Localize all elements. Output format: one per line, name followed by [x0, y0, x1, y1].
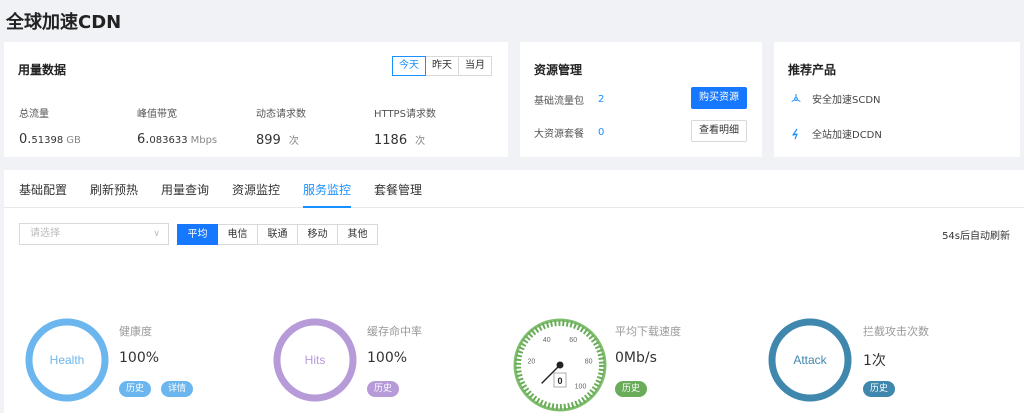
- stat-total-traffic: 总流量 0.51398 GB: [19, 105, 81, 147]
- isp-mobile-button[interactable]: 移动: [297, 224, 338, 245]
- stat-label: 动态请求数: [256, 109, 306, 120]
- isp-telecom-button[interactable]: 电信: [217, 224, 258, 245]
- recommend-item-scdn[interactable]: 安全加速SCDN: [790, 91, 881, 106]
- gauge-tick-label: 60: [569, 337, 577, 344]
- health-ring-text: Health: [50, 353, 85, 367]
- recommend-card-title: 推荐产品: [788, 63, 837, 77]
- stat-peak-bandwidth: 峰值带宽 6.083633 Mbps: [137, 105, 217, 147]
- big-package-row: 大资源套餐 0: [534, 125, 604, 140]
- gauge-reading: 0: [557, 376, 562, 386]
- attack-history-button[interactable]: 历史: [863, 381, 896, 397]
- attack-label: 拦截攻击次数: [863, 325, 929, 338]
- health-detail-button[interactable]: 详情: [161, 381, 194, 397]
- attack-value: 1次: [863, 353, 886, 369]
- stat-https-requests: HTTPS请求数 1186 次: [374, 105, 436, 148]
- health-label: 健康度: [119, 325, 152, 338]
- buy-resource-button[interactable]: 购买资源: [691, 87, 747, 109]
- resource-card-title: 资源管理: [534, 63, 583, 77]
- page-title: 全球加速CDN: [6, 12, 122, 33]
- health-history-button[interactable]: 历史: [119, 381, 152, 397]
- range-yesterday-button[interactable]: 昨天: [425, 56, 459, 76]
- hits-ring: Hits: [273, 318, 357, 402]
- range-month-button[interactable]: 当月: [458, 56, 492, 76]
- big-package-count[interactable]: 0: [598, 127, 604, 138]
- usage-card: 用量数据 今天 昨天 当月 总流量 0.51398 GB 峰值带宽 6.08363…: [4, 42, 508, 157]
- tab-bar: 基础配置 刷新预热 用量查询 资源监控 服务监控 套餐管理: [4, 170, 1024, 208]
- stat-label: 总流量: [19, 109, 49, 120]
- tab-usage-query[interactable]: 用量查询: [161, 181, 209, 198]
- isp-filter-group: 平均 电信 联通 移动 其他: [177, 224, 378, 245]
- attack-ring: Attack: [768, 318, 852, 402]
- speed-history-button[interactable]: 历史: [615, 381, 648, 397]
- recommend-item-dcdn[interactable]: 全站加速DCDN: [790, 126, 882, 141]
- shield-network-icon: [791, 93, 801, 102]
- gauge-tick-label: 20: [528, 359, 536, 366]
- stat-value: 899 次: [256, 133, 299, 148]
- speed-gauge: 20 40 60 80 100 0: [513, 318, 607, 412]
- gauge-tick-label: 80: [585, 359, 593, 366]
- chevron-down-icon: ∨: [153, 229, 160, 239]
- stat-dynamic-requests: 动态请求数 899 次: [256, 105, 306, 148]
- stat-label: 峰值带宽: [137, 109, 177, 120]
- isp-unicom-button[interactable]: 联通: [257, 224, 298, 245]
- lightning-icon: [792, 128, 798, 139]
- tabs-panel: 基础配置 刷新预热 用量查询 资源监控 服务监控 套餐管理 请选择 ∨ 平均 电…: [4, 170, 1024, 413]
- stat-value: 6.083633 Mbps: [137, 132, 218, 147]
- tab-basic-config[interactable]: 基础配置: [19, 181, 67, 198]
- health-value: 100%: [119, 350, 160, 366]
- speed-label: 平均下载速度: [615, 325, 681, 338]
- tab-service-monitor[interactable]: 服务监控: [303, 181, 351, 198]
- attack-ring-text: Attack: [793, 353, 827, 367]
- select-placeholder: 请选择: [30, 228, 60, 239]
- usage-card-title: 用量数据: [18, 63, 67, 77]
- resource-card: 资源管理 基础流量包 2 大资源套餐 0 购买资源 查看明细: [520, 42, 762, 157]
- gauge-tick-label: 100: [575, 384, 587, 391]
- view-detail-button[interactable]: 查看明细: [691, 120, 747, 142]
- date-range-group: 今天 昨天 当月: [392, 56, 492, 76]
- tab-refresh-preheat[interactable]: 刷新预热: [90, 181, 138, 198]
- speed-value: 0Mb/s: [615, 350, 657, 366]
- auto-refresh-text: 54s后自动刷新: [942, 231, 1010, 242]
- hits-history-button[interactable]: 历史: [367, 381, 400, 397]
- health-ring: Health: [25, 318, 109, 402]
- isp-average-button[interactable]: 平均: [177, 224, 218, 245]
- basic-package-label: 基础流量包: [534, 96, 584, 107]
- hits-label: 缓存命中率: [367, 325, 422, 338]
- recommend-card: 推荐产品 安全加速SCDN 全站加速DCDN: [774, 42, 1020, 157]
- tab-package-manage[interactable]: 套餐管理: [374, 181, 422, 198]
- gauge-tick-label: 40: [543, 337, 551, 344]
- stat-value: 1186 次: [374, 133, 426, 148]
- basic-package-count[interactable]: 2: [598, 94, 604, 105]
- basic-package-row: 基础流量包 2: [534, 92, 604, 107]
- hits-ring-text: Hits: [305, 353, 326, 367]
- big-package-label: 大资源套餐: [534, 129, 584, 140]
- isp-other-button[interactable]: 其他: [337, 224, 378, 245]
- hits-value: 100%: [367, 350, 408, 366]
- stat-label: HTTPS请求数: [374, 109, 436, 120]
- stat-value: 0.51398 GB: [19, 132, 81, 147]
- tab-resource-monitor[interactable]: 资源监控: [232, 181, 280, 198]
- active-tab-indicator: [303, 206, 351, 208]
- recommend-item-label: 安全加速SCDN: [812, 95, 881, 106]
- recommend-item-label: 全站加速DCDN: [812, 130, 882, 141]
- range-today-button[interactable]: 今天: [392, 56, 426, 76]
- node-select[interactable]: 请选择 ∨: [19, 223, 169, 245]
